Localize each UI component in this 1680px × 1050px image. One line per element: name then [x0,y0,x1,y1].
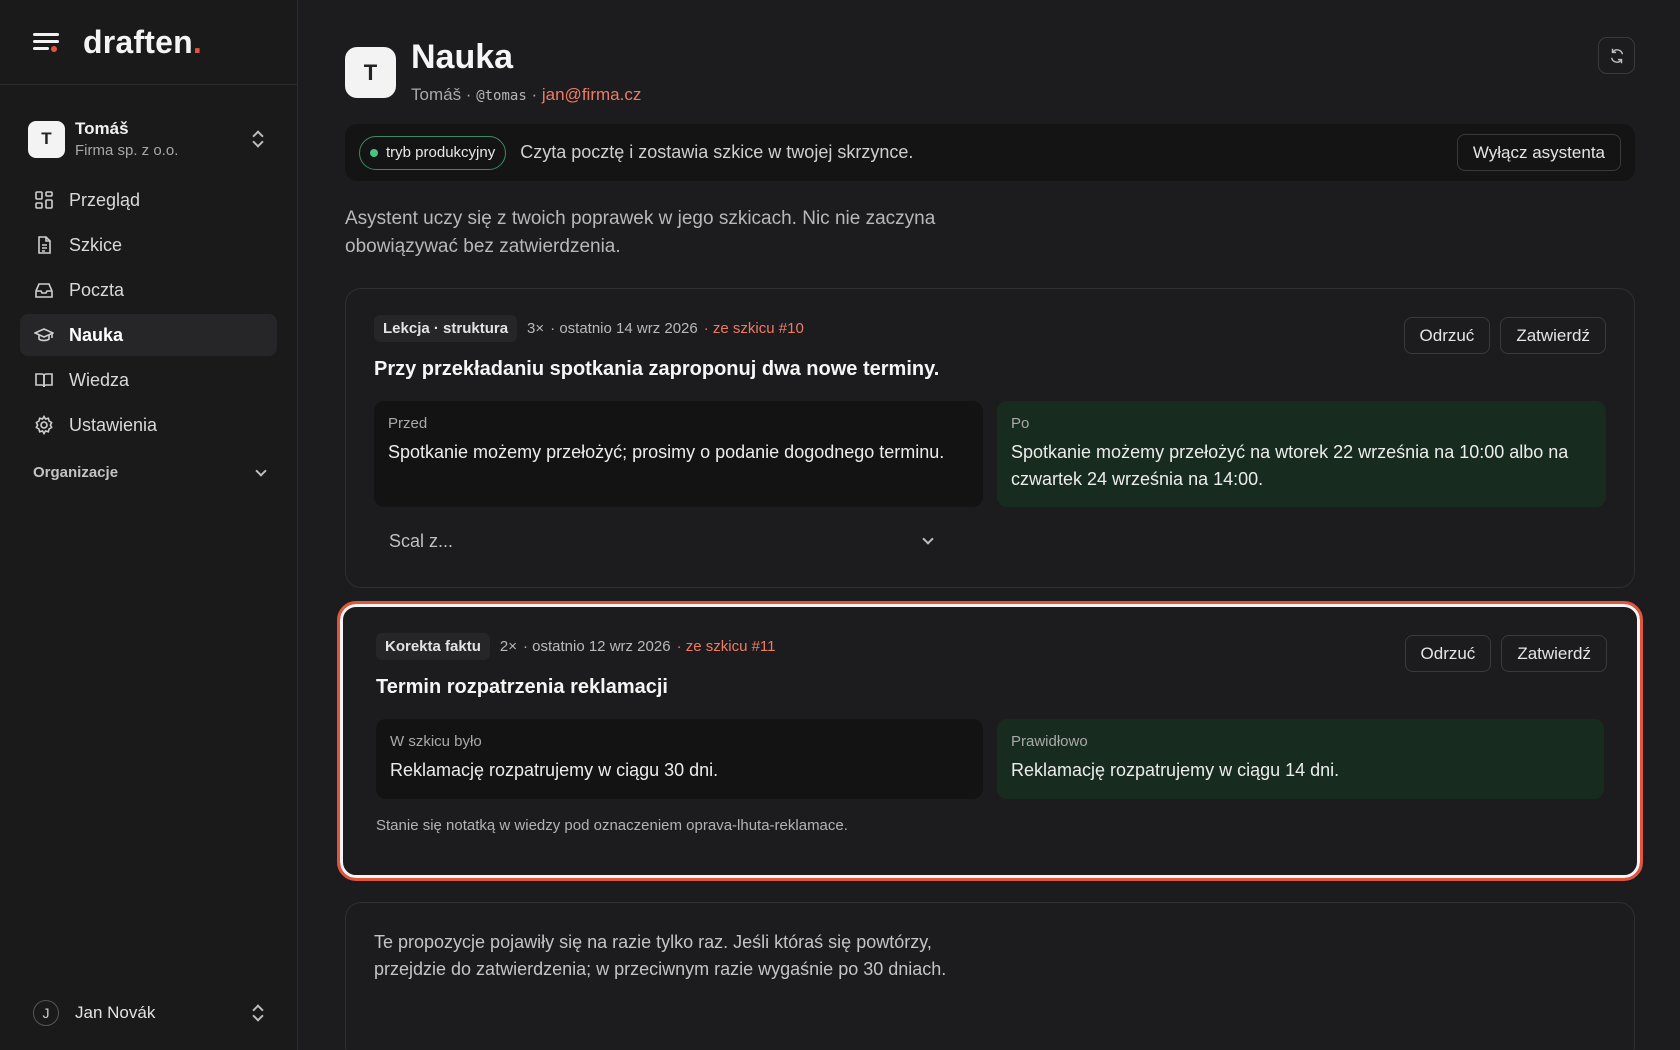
lesson-source-link[interactable]: · ze szkicu #10 [704,320,804,337]
chevron-down-icon [255,464,267,477]
merge-select[interactable]: Scal z... [374,523,940,559]
after-label: Prawidłowo [1011,733,1088,750]
org-name: Tomáš [75,119,129,138]
assistant-owner: Tomáš [411,85,462,104]
status-badge-label: tryb produkcyjny [386,144,496,161]
lesson-last-date: · ostatnio 14 wrz 2026 [550,320,698,337]
disable-assistant-button[interactable]: Wyłącz asystenta [1456,134,1621,171]
lesson-count: 3× [527,320,545,337]
after-text: Reklamację rozpatrujemy w ciągu 14 dni. [1011,760,1340,780]
org-avatar: T [28,120,65,158]
gear-icon [34,415,54,435]
document-icon [34,235,54,255]
fact-correction-card: Korekta faktu 2× · ostatnio 12 wrz 2026 … [337,601,1643,881]
separator: · [461,85,477,104]
brand-logo[interactable]: draften. [83,24,202,61]
diff-columns: W szkicu było Reklamację rozpatrujemy w … [376,719,1604,799]
before-panel: W szkicu było Reklamację rozpatrujemy w … [376,719,983,799]
sidebar-item-szkice[interactable]: Szkice [20,224,277,266]
org-switcher[interactable]: T Tomáš Firma sp. z o.o. [28,113,277,165]
refresh-button[interactable] [1598,37,1635,74]
assistant-email[interactable]: jan@firma.cz [542,85,641,104]
pending-proposals-card: Te propozycje pojawiły się na razie tylk… [345,902,1635,1050]
sidebar-item-label: Przegląd [69,189,141,210]
lesson-last-date: · ostatnio 12 wrz 2026 [522,638,671,655]
assistant-avatar: T [345,47,396,98]
lesson-card: Lekcja · struktura 3× · ostatnio 14 wrz … [345,288,1635,588]
before-label: W szkicu było [390,733,482,750]
status-dot-icon [370,148,378,157]
pending-note: Te propozycje pojawiły się na razie tylk… [374,932,947,979]
status-text: Czyta pocztę i zostawia szkice w twojej … [520,142,914,162]
sidebar-item-label: Nauka [69,324,124,345]
sidebar-item-ustawienia[interactable]: Ustawienia [20,404,277,446]
after-label: Po [1011,415,1030,432]
user-name: Jan Novák [75,1003,156,1022]
inbox-icon [34,280,54,300]
after-text: Spotkanie możemy przełożyć na wtorek 22 … [1011,442,1569,489]
assistant-handle: @tomas [476,88,527,104]
lesson-tag: Korekta faktu [376,633,490,660]
sidebar-item-label: Ustawienia [69,414,158,435]
lesson-count: 2× [499,638,517,655]
assistant-meta: Tomáš · @tomas · jan@firma.cz [411,85,641,105]
user-menu[interactable]: J Jan Novák [33,1000,277,1026]
approve-button[interactable]: Zatwierdź [1500,317,1606,354]
lesson-source-link[interactable]: · ze szkicu #11 [677,638,776,655]
sidebar-item-label: Poczta [69,279,125,300]
after-panel: Prawidłowo Reklamację rozpatrujemy w cią… [997,719,1604,799]
sidebar-item-nauka[interactable]: Nauka [20,314,277,356]
diff-columns: Przed Spotkanie możemy przełożyć; prosim… [374,401,1606,507]
organizations-toggle[interactable]: Organizacje [33,464,277,481]
intro-text: Asystent uczy się z twoich poprawek w je… [345,208,936,257]
knowledge-note: Stanie się notatką w wiedzy pod oznaczen… [376,817,848,834]
book-icon [34,370,54,390]
chevron-down-icon [922,533,934,545]
avatar: J [33,1000,59,1026]
before-text: Spotkanie możemy przełożyć; prosimy o po… [388,442,945,462]
sidebar-item-przeglad[interactable]: Przegląd [20,179,277,221]
sidebar-item-label: Szkice [69,234,123,255]
before-label: Przed [388,415,428,432]
menu-icon[interactable] [33,31,59,53]
org-company: Firma sp. z o.o. [75,142,179,159]
chevron-up-down-icon [251,130,265,148]
card-actions: Odrzuć Zatwierdź [1404,635,1607,672]
card-actions: Odrzuć Zatwierdź [1403,317,1606,354]
main-content: T Nauka Tomáš · @tomas · jan@firma.cz tr… [337,0,1643,1050]
reject-button[interactable]: Odrzuć [1404,635,1492,672]
separator: · [526,85,542,104]
lesson-title: Przy przekładaniu spotkania zaproponuj d… [374,358,940,380]
after-panel: Po Spotkanie możemy przełożyć na wtorek … [997,401,1606,507]
organizations-label: Organizacje [33,464,119,481]
lesson-tag: Lekcja · struktura [374,315,518,342]
reject-button[interactable]: Odrzuć [1403,317,1491,354]
brand-bar: draften. [0,0,297,85]
refresh-icon [1610,48,1623,63]
approve-button[interactable]: Zatwierdź [1501,635,1607,672]
sidebar-item-poczta[interactable]: Poczta [20,269,277,311]
status-badge: tryb produkcyjny [359,135,507,170]
grid-icon [34,190,54,210]
before-panel: Przed Spotkanie możemy przełożyć; prosim… [374,401,983,507]
chevron-up-down-icon [251,1004,265,1022]
sidebar-nav: Przegląd Szkice Poczta Nauka Wiedza Usta… [0,179,297,446]
page-title: Nauka [411,38,514,76]
sidebar-item-wiedza[interactable]: Wiedza [20,359,277,401]
sidebar: draften. T Tomáš Firma sp. z o.o. Przegl… [0,0,298,1050]
lesson-title: Termin rozpatrzenia reklamacji [376,676,668,698]
merge-select-value: Scal z... [389,530,454,551]
page-header: T Nauka Tomáš · @tomas · jan@firma.cz [345,0,1635,120]
sidebar-item-label: Wiedza [69,369,130,390]
graduation-cap-icon [34,325,54,345]
status-bar: tryb produkcyjny Czyta pocztę i zostawia… [345,124,1635,181]
before-text: Reklamację rozpatrujemy w ciągu 30 dni. [390,760,719,780]
